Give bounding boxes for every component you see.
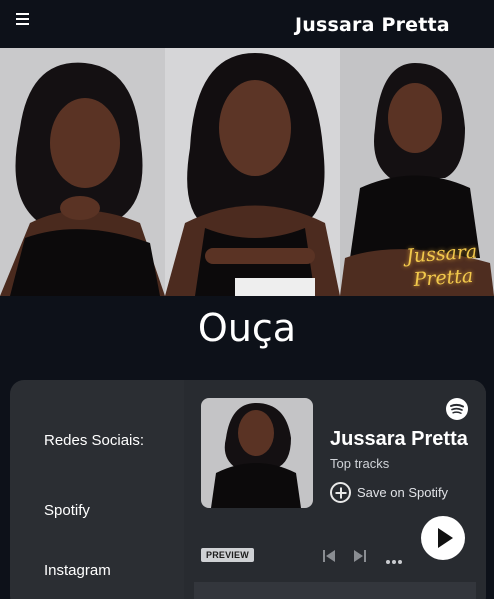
artist-name[interactable]: Jussara Pretta: [330, 428, 468, 451]
next-track-icon[interactable]: [353, 549, 367, 563]
signature-logo: Jussara Pretta: [405, 240, 478, 292]
hamburger-menu-icon[interactable]: [16, 13, 32, 27]
social-heading: Redes Sociais:: [44, 432, 145, 449]
artist-photo-1: [0, 48, 165, 296]
play-button[interactable]: [421, 516, 465, 560]
artist-photo-2: [165, 48, 340, 296]
spotify-embed: Jussara Pretta Top tracks Save on Spotif…: [184, 380, 486, 599]
listen-section-title: Ouça: [197, 306, 297, 350]
previous-track-icon[interactable]: [322, 549, 336, 563]
site-title[interactable]: Jussara Pretta: [295, 14, 450, 36]
album-cover[interactable]: [201, 398, 313, 508]
top-bar: Jussara Pretta: [0, 0, 494, 48]
save-on-spotify-button[interactable]: Save on Spotify: [330, 482, 448, 503]
listen-card: Redes Sociais: Spotify Instagram Jussara…: [10, 380, 486, 599]
spotify-logo-icon[interactable]: [446, 398, 468, 420]
preview-badge: PREVIEW: [201, 548, 254, 562]
spotify-link[interactable]: Spotify: [44, 502, 90, 519]
artist-photo-3: Jussara Pretta: [340, 48, 494, 296]
instagram-link[interactable]: Instagram: [44, 562, 111, 579]
hero-photo-strip: Jussara Pretta: [0, 48, 494, 296]
track-list[interactable]: [194, 582, 476, 599]
add-circle-icon: [330, 482, 351, 503]
playlist-subtitle: Top tracks: [330, 456, 390, 471]
save-label: Save on Spotify: [357, 485, 449, 500]
more-options-icon[interactable]: [385, 552, 403, 564]
